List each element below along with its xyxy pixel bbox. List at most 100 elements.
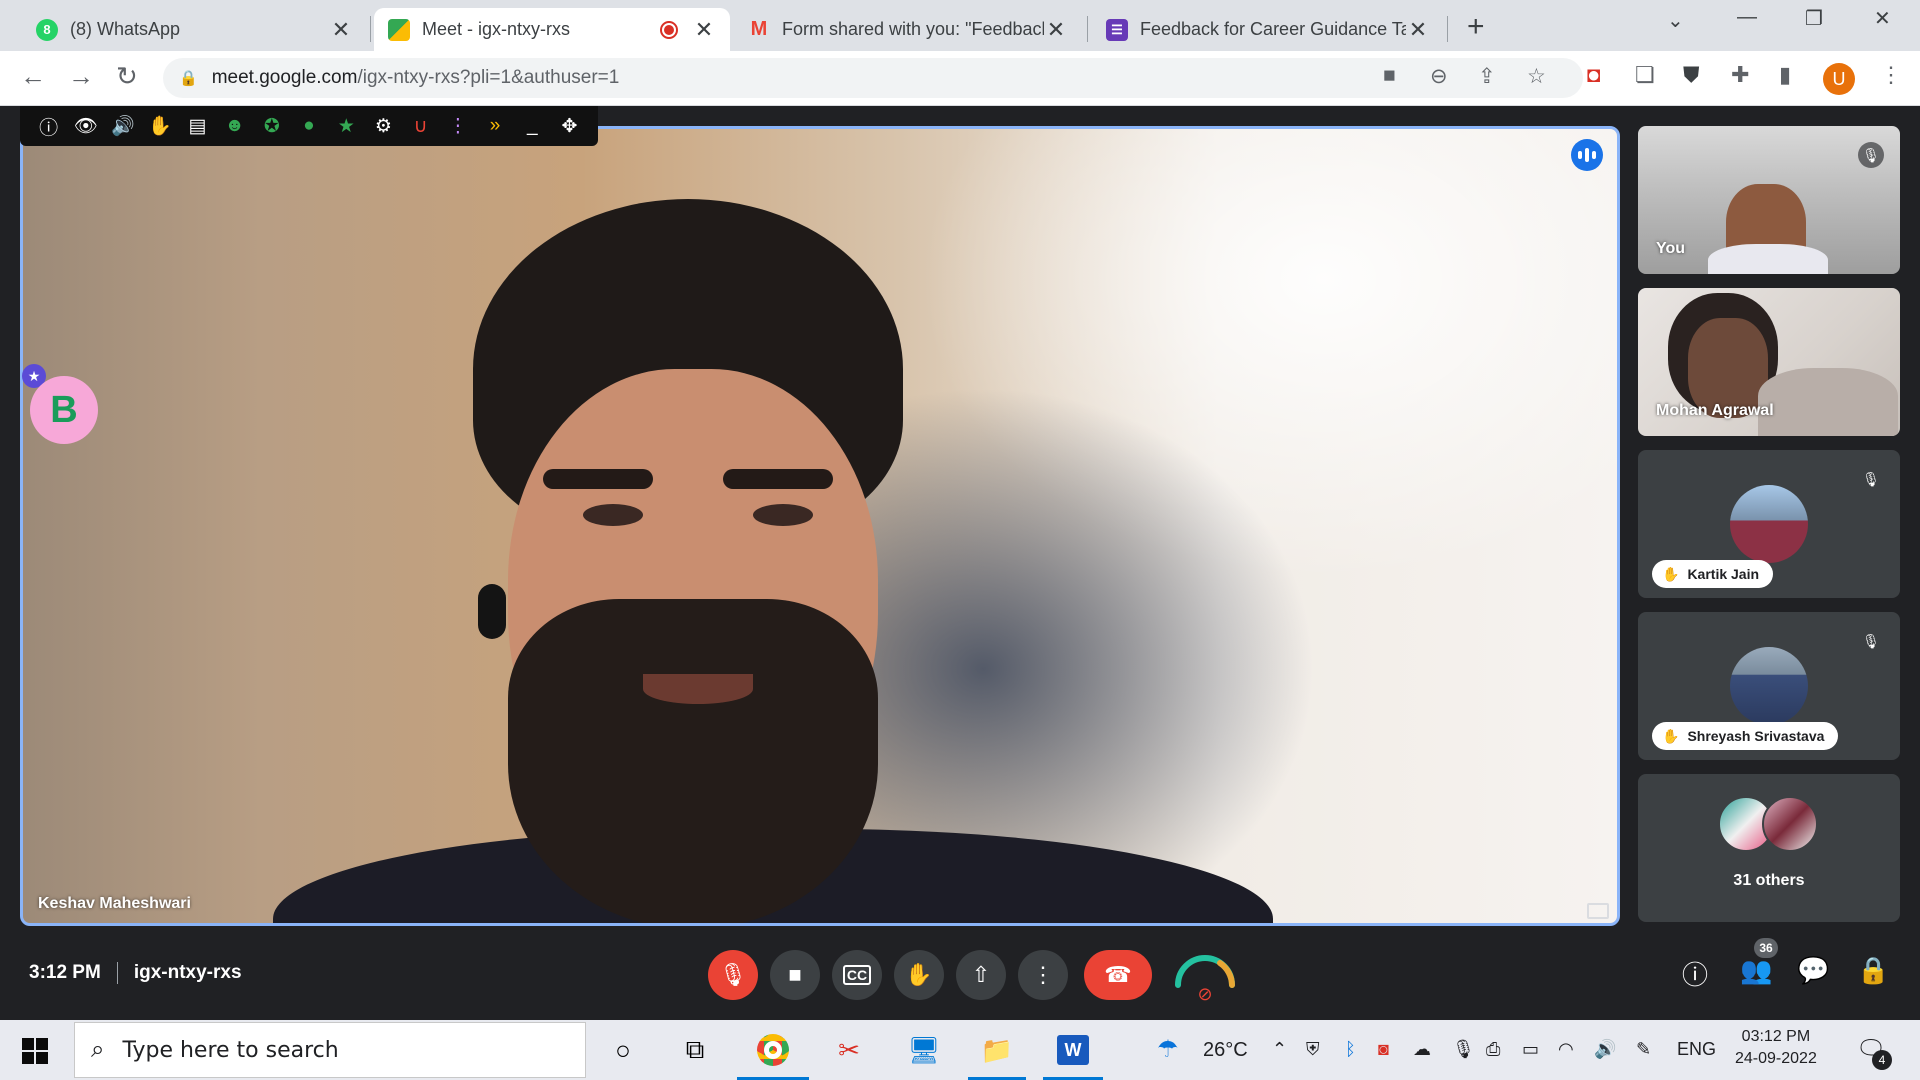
computer-icon[interactable]: 🖥 [904, 1032, 944, 1068]
star-icon[interactable]: ★ [328, 115, 365, 138]
close-tab-icon[interactable]: ✕ [329, 17, 353, 43]
weather-temperature[interactable]: 26°C [1203, 1039, 1248, 1062]
meeting-details-icon[interactable]: ⓘ [1682, 955, 1708, 992]
antivirus-icon[interactable]: ◙ [1378, 1039, 1389, 1060]
share-icon[interactable]: ⇪ [1478, 64, 1496, 89]
tab-meet[interactable]: Meet - igx-ntxy-rxs ✕ [374, 8, 730, 51]
new-tab-button[interactable]: + [1467, 10, 1485, 44]
more-options-button[interactable]: ⋮ [1018, 950, 1068, 1000]
lock-icon[interactable]: 🔒 [179, 69, 198, 87]
participant-tile-shreyash[interactable]: 🎙 ✋ Shreyash Srivastava [1638, 612, 1900, 760]
floating-extension-badge[interactable]: B [30, 376, 98, 444]
host-controls-icon[interactable]: 🔒 [1857, 955, 1889, 986]
browser-menu-icon[interactable]: ⋮ [1880, 62, 1902, 88]
eye-icon[interactable]: 👁 [67, 114, 104, 138]
leave-call-button[interactable]: ☎ [1084, 950, 1152, 1000]
hand-icon[interactable]: ✋ [142, 114, 179, 138]
extensions-puzzle-icon[interactable]: ✚ [1731, 62, 1749, 88]
security-shield-icon[interactable]: ⛨ [1306, 1039, 1320, 1060]
extension-copy-icon[interactable]: ❏ [1635, 62, 1655, 88]
raised-hand-icon: ✋ [1662, 565, 1680, 582]
snipping-tool-icon[interactable]: ✂ [829, 1032, 869, 1068]
notes-icon[interactable]: ▤ [179, 115, 216, 138]
close-tab-icon[interactable]: ✕ [1044, 17, 1068, 43]
search-placeholder: Type here to search [122, 1037, 339, 1063]
zoom-icon[interactable]: ⊖ [1430, 64, 1448, 89]
cortana-icon[interactable]: ○ [603, 1032, 643, 1068]
chat-bubble-icon[interactable]: ● [290, 115, 327, 137]
participant-tile-kartik[interactable]: 🎙 ✋ Kartik Jain [1638, 450, 1900, 598]
expand-arrows-icon[interactable]: » [476, 115, 513, 137]
chat-icon[interactable]: 💬 [1797, 955, 1829, 986]
windows-start-icon[interactable] [22, 1038, 48, 1064]
settings-gear-icon[interactable]: ⚙ [365, 115, 402, 138]
extension-pocket-icon[interactable]: ◘ [1587, 62, 1600, 88]
main-speaker-tile[interactable]: Keshav Maheshwari [20, 126, 1620, 926]
bookmark-star-icon[interactable]: ☆ [1527, 64, 1546, 89]
gmail-icon: M [750, 18, 768, 40]
people-icon[interactable]: 👥 [1740, 955, 1772, 986]
tab-gmail[interactable]: M Form shared with you: "Feedback ✕ [734, 8, 1082, 51]
pen-icon[interactable]: ✎ [1636, 1039, 1651, 1060]
forward-button[interactable]: → [68, 61, 94, 92]
speaker-icon[interactable]: 🔊 [104, 114, 141, 138]
back-button[interactable]: ← [20, 61, 46, 92]
reload-button[interactable]: ↻ [116, 61, 138, 92]
close-tab-icon[interactable]: ✕ [692, 17, 716, 43]
mic-off-icon: 🎙 [719, 962, 747, 987]
task-view-icon[interactable]: ⧉ [675, 1032, 715, 1068]
emoji-icon[interactable]: ☻ [216, 115, 253, 137]
meet-stage: Keshav Maheshwari ⓘ 👁 🔊 ✋ ▤ ☻ ✪ ● ★ ⚙ ∪ … [0, 106, 1920, 1016]
video-camera-icon: ■ [788, 962, 802, 987]
participant-tile-you[interactable]: 🎙 You [1638, 126, 1900, 274]
address-bar[interactable]: 🔒 meet.google.com/igx-ntxy-rxs?pli=1&aut… [163, 58, 1583, 98]
tab-whatsapp[interactable]: 8 (8) WhatsApp ✕ [22, 8, 367, 51]
move-handle-icon[interactable]: ✥ [551, 115, 588, 138]
restore-button[interactable]: ❐ [1805, 6, 1823, 31]
more-vertical-icon[interactable]: ⋮ [439, 115, 476, 138]
badge-icon[interactable]: ✪ [253, 115, 290, 138]
info-icon[interactable]: ⓘ [30, 113, 67, 140]
close-tab-icon[interactable]: ✕ [1406, 17, 1430, 43]
tab-google-forms[interactable]: ☰ Feedback for Career Guidance Ta ✕ [1092, 8, 1444, 51]
mic-toggle-button[interactable]: 🎙 [708, 950, 758, 1000]
svg-text:⊘: ⊘ [1197, 984, 1212, 1005]
screenshot-icon[interactable]: ⎙ [1486, 1039, 1500, 1060]
camera-in-use-icon[interactable]: ■ [1383, 64, 1396, 88]
profile-avatar[interactable]: U [1823, 63, 1855, 95]
wifi-icon[interactable]: ◠ [1558, 1039, 1574, 1060]
camera-toggle-button[interactable]: ■ [770, 950, 820, 1000]
battery-icon[interactable]: ▭ [1522, 1039, 1539, 1060]
participant-avatar [1730, 647, 1808, 725]
picture-in-picture-icon[interactable] [1587, 903, 1609, 919]
raise-hand-button[interactable]: ✋ [894, 950, 944, 1000]
magnet-icon[interactable]: ∪ [402, 115, 439, 138]
connection-gauge-icon[interactable]: ⊘ [1170, 945, 1240, 1005]
mic-off-icon: 🎙 [1858, 142, 1884, 168]
language-indicator[interactable]: ENG [1677, 1039, 1716, 1060]
system-clock[interactable]: 03:12 PM 24-09-2022 [1735, 1026, 1817, 1070]
side-panel-icon[interactable]: ▮ [1779, 62, 1791, 88]
bluetooth-icon[interactable]: ᛒ [1345, 1039, 1356, 1060]
weather-icon[interactable]: ☂ [1157, 1035, 1179, 1064]
captions-button[interactable]: CC [832, 950, 882, 1000]
word-icon[interactable]: W [1053, 1032, 1093, 1068]
tab-title: Form shared with you: "Feedback [782, 19, 1044, 39]
minimize-button[interactable]: — [1737, 6, 1757, 29]
chrome-taskbar-icon[interactable] [753, 1032, 793, 1068]
others-tile[interactable]: 31 others [1638, 774, 1900, 922]
show-hidden-icons-icon[interactable]: ⌃ [1272, 1039, 1287, 1060]
onedrive-icon[interactable]: ☁ [1413, 1039, 1431, 1060]
close-window-button[interactable]: ✕ [1874, 6, 1891, 31]
volume-icon[interactable]: 🔊 [1594, 1039, 1616, 1060]
microphone-icon[interactable]: 🎙 [1452, 1039, 1475, 1060]
tab-search-icon[interactable]: ⌄ [1667, 8, 1684, 33]
extension-shield-icon[interactable]: ⛊ [1683, 62, 1700, 88]
taskbar-search-box[interactable]: ⌕ Type here to search [74, 1022, 586, 1078]
minimize-toolbar-icon[interactable]: _ [514, 115, 551, 137]
participant-tile-mohan[interactable]: Mohan Agrawal [1638, 288, 1900, 436]
google-meet-icon [388, 18, 410, 41]
file-explorer-icon[interactable]: 📁 [977, 1032, 1017, 1068]
present-screen-button[interactable]: ⇧ [956, 950, 1006, 1000]
video-shape [543, 469, 653, 489]
